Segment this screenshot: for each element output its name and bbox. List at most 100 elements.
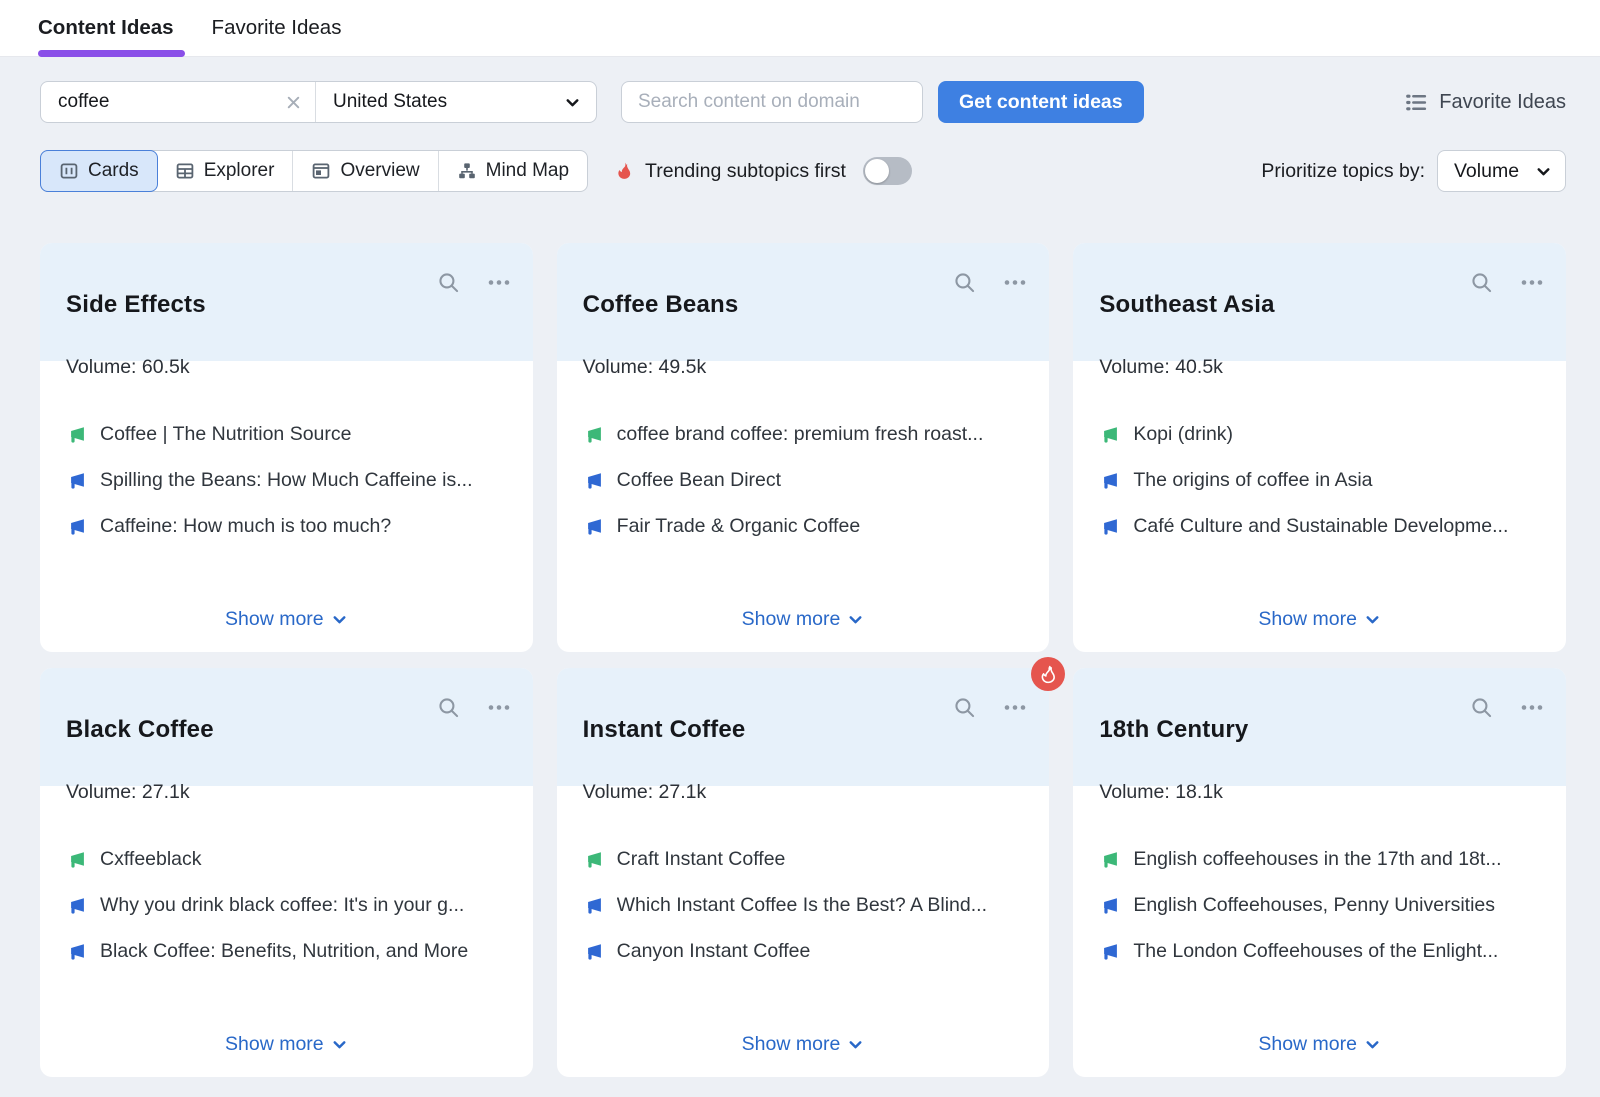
headline-item[interactable]: Kopi (drink) <box>1099 423 1540 446</box>
show-more-label: Show more <box>742 1033 841 1056</box>
chevron-down-icon <box>1535 163 1552 180</box>
headline-item[interactable]: Black Coffee: Benefits, Nutrition, and M… <box>66 940 507 963</box>
tab-content-ideas-label: Content Ideas <box>38 16 174 40</box>
search-icon[interactable] <box>437 271 460 294</box>
headline-item[interactable]: Cxffeeblack <box>66 848 507 871</box>
headline-item[interactable]: Caffeine: How much is too much? <box>66 515 507 538</box>
headline-item[interactable]: The London Coffeehouses of the Enlight..… <box>1099 940 1540 963</box>
clear-keyword-icon[interactable] <box>285 94 302 111</box>
headline-item[interactable]: English Coffeehouses, Penny Universities <box>1099 894 1540 917</box>
megaphone-icon <box>1099 425 1120 445</box>
chevron-down-icon <box>1364 1036 1381 1053</box>
more-options-icon[interactable] <box>1003 271 1027 294</box>
megaphone-icon <box>66 942 87 962</box>
view-tab-explorer-label: Explorer <box>204 160 275 182</box>
megaphone-icon <box>66 896 87 916</box>
megaphone-icon <box>1099 471 1120 491</box>
view-tab-explorer[interactable]: Explorer <box>157 151 294 191</box>
favorite-ideas-link[interactable]: Favorite Ideas <box>1405 91 1566 114</box>
headline-item[interactable]: Canyon Instant Coffee <box>583 940 1024 963</box>
headline-item[interactable]: Fair Trade & Organic Coffee <box>583 515 1024 538</box>
search-icon[interactable] <box>437 696 460 719</box>
headline-text: coffee brand coffee: premium fresh roast… <box>617 423 984 446</box>
topic-card-title: Instant Coffee <box>583 716 746 744</box>
more-options-icon[interactable] <box>487 696 511 719</box>
chevron-down-icon <box>331 611 348 628</box>
megaphone-icon <box>1099 850 1120 870</box>
headline-item[interactable]: coffee brand coffee: premium fresh roast… <box>583 423 1024 446</box>
prioritize-select-value: Volume <box>1454 160 1519 183</box>
domain-search-input[interactable] <box>636 90 908 114</box>
headline-text: English Coffeehouses, Penny Universities <box>1133 894 1495 917</box>
keyword-country-group: United States <box>40 81 597 123</box>
headline-item[interactable]: Craft Instant Coffee <box>583 848 1024 871</box>
headline-item[interactable]: Coffee | The Nutrition Source <box>66 423 507 446</box>
topic-card-header: 18th Century Volume: 18.1k <box>1073 668 1566 786</box>
view-tab-mindmap[interactable]: Mind Map <box>439 151 587 191</box>
show-more-button[interactable]: Show more <box>40 1033 533 1056</box>
show-more-label: Show more <box>225 1033 324 1056</box>
megaphone-icon <box>583 942 604 962</box>
megaphone-icon <box>583 517 604 537</box>
prioritize-control: Prioritize topics by: Volume <box>1261 150 1566 192</box>
headline-item[interactable]: Café Culture and Sustainable Developme..… <box>1099 515 1540 538</box>
show-more-button[interactable]: Show more <box>1073 1033 1566 1056</box>
domain-field-wrap <box>621 81 923 123</box>
megaphone-icon <box>583 896 604 916</box>
show-more-button[interactable]: Show more <box>557 608 1050 631</box>
tab-favorite-ideas-label: Favorite Ideas <box>212 16 342 40</box>
topic-card-title: Side Effects <box>66 291 206 319</box>
headline-text: Coffee | The Nutrition Source <box>100 423 351 446</box>
headline-item[interactable]: Which Instant Coffee Is the Best? A Blin… <box>583 894 1024 917</box>
topic-card: 18th Century Volume: 18.1k English coffe… <box>1073 668 1566 1077</box>
show-more-button[interactable]: Show more <box>40 608 533 631</box>
trending-badge <box>1031 657 1065 691</box>
headline-list: Kopi (drink) The origins of coffee in As… <box>1073 361 1566 538</box>
prioritize-label: Prioritize topics by: <box>1261 160 1425 183</box>
topic-card-title: 18th Century <box>1099 716 1248 744</box>
headline-text: Canyon Instant Coffee <box>617 940 811 963</box>
more-options-icon[interactable] <box>1520 271 1544 294</box>
trending-subtopics-control: Trending subtopics first <box>614 157 912 185</box>
megaphone-icon <box>1099 942 1120 962</box>
chevron-down-icon <box>847 611 864 628</box>
view-tab-overview[interactable]: Overview <box>293 151 438 191</box>
topic-card: Coffee Beans Volume: 49.5k coffee brand … <box>557 243 1050 652</box>
headline-text: Kopi (drink) <box>1133 423 1233 446</box>
search-row: United States Get content ideas Favorite… <box>40 81 1566 123</box>
search-icon[interactable] <box>1470 271 1493 294</box>
view-tab-cards[interactable]: Cards <box>40 150 158 192</box>
search-icon[interactable] <box>953 696 976 719</box>
headline-item[interactable]: English coffeehouses in the 17th and 18t… <box>1099 848 1540 871</box>
headline-text: Caffeine: How much is too much? <box>100 515 391 538</box>
show-more-button[interactable]: Show more <box>557 1033 1050 1056</box>
more-options-icon[interactable] <box>1003 696 1027 719</box>
country-select[interactable]: United States <box>315 82 596 122</box>
headline-item[interactable]: Coffee Bean Direct <box>583 469 1024 492</box>
headline-item[interactable]: The origins of coffee in Asia <box>1099 469 1540 492</box>
chevron-down-icon <box>564 94 581 111</box>
keyword-input[interactable] <box>56 90 277 114</box>
headline-list: coffee brand coffee: premium fresh roast… <box>557 361 1050 538</box>
tab-content-ideas[interactable]: Content Ideas <box>38 0 174 56</box>
prioritize-select[interactable]: Volume <box>1437 150 1566 192</box>
search-icon[interactable] <box>953 271 976 294</box>
trending-toggle-switch[interactable] <box>863 157 912 185</box>
get-content-ideas-button[interactable]: Get content ideas <box>938 81 1144 123</box>
megaphone-icon <box>66 850 87 870</box>
search-icon[interactable] <box>1470 696 1493 719</box>
chevron-down-icon <box>847 1036 864 1053</box>
headline-text: Craft Instant Coffee <box>617 848 786 871</box>
more-options-icon[interactable] <box>487 271 511 294</box>
headline-item[interactable]: Spilling the Beans: How Much Caffeine is… <box>66 469 507 492</box>
headline-item[interactable]: Why you drink black coffee: It's in your… <box>66 894 507 917</box>
topic-card: Southeast Asia Volume: 40.5k Kopi (drink… <box>1073 243 1566 652</box>
more-options-icon[interactable] <box>1520 696 1544 719</box>
show-more-button[interactable]: Show more <box>1073 608 1566 631</box>
chevron-down-icon <box>331 1036 348 1053</box>
tab-favorite-ideas[interactable]: Favorite Ideas <box>212 0 342 56</box>
headline-list: Coffee | The Nutrition Source Spilling t… <box>40 361 533 538</box>
megaphone-icon <box>583 850 604 870</box>
overview-view-icon <box>311 161 331 181</box>
megaphone-icon <box>66 425 87 445</box>
